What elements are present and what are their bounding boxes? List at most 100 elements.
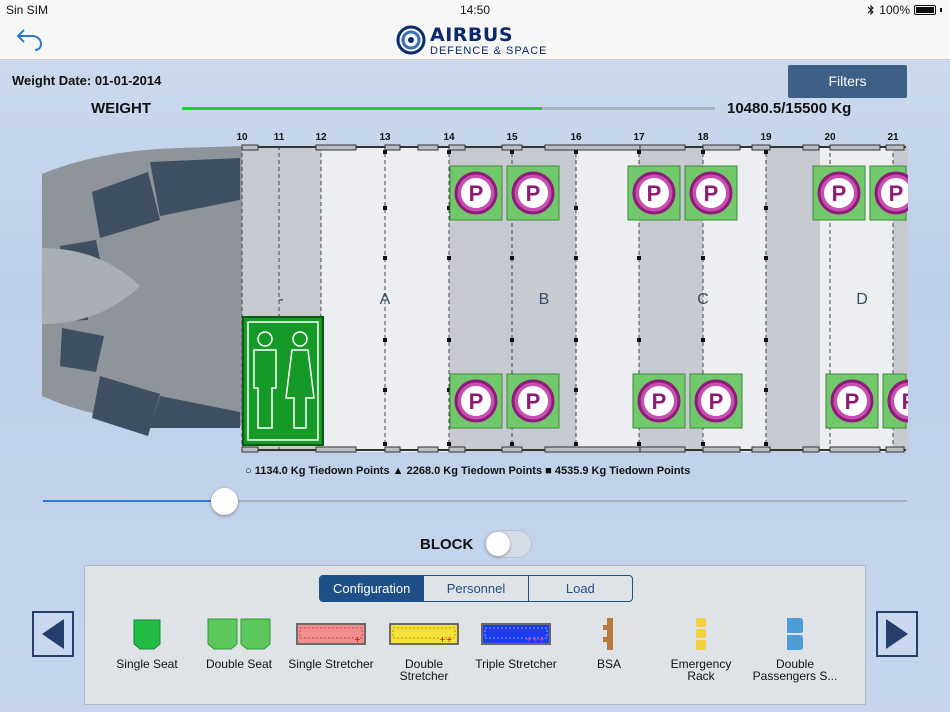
frame-label: 12 (315, 132, 327, 143)
parking-marker: P (627, 165, 681, 221)
tab-bar: Configuration Personnel Load (319, 575, 633, 602)
frame-labels: 10 11 12 13 14 15 16 17 18 19 20 21 (236, 132, 899, 143)
back-icon[interactable] (14, 26, 46, 54)
toilet-icon[interactable] (242, 316, 324, 446)
parking-marker: P (449, 165, 503, 221)
parking-marker-letter: P (469, 181, 484, 206)
parking-marker-letter: P (647, 181, 662, 206)
tab-load[interactable]: Load (527, 576, 632, 601)
tiedown-point (701, 256, 705, 260)
parking-marker: P (689, 373, 743, 429)
rail-segment (315, 144, 357, 151)
rail-segment (829, 144, 881, 151)
weight-progress (182, 107, 715, 110)
battery-cap (940, 8, 942, 12)
rail-segment (751, 446, 771, 453)
item-bsa[interactable]: BSA (561, 616, 657, 670)
weight-progress-fill (182, 107, 543, 110)
position-slider[interactable] (43, 500, 907, 502)
tiedown-point (764, 388, 768, 392)
item-label: Single Stretcher (288, 657, 374, 671)
tiedown-point (383, 442, 387, 446)
parking-marker-letter: P (889, 181, 904, 206)
rail-segment (417, 446, 439, 453)
zone-label: - (278, 291, 283, 308)
tiedown-point (701, 150, 705, 154)
item-single-seat[interactable]: Single Seat (99, 616, 195, 670)
rail-segment (751, 144, 771, 151)
parking-marker: P (684, 165, 738, 221)
rail-segment (241, 446, 259, 453)
tiedown-point (510, 256, 514, 260)
rail-segment (885, 446, 905, 453)
item-double-stretcher[interactable]: ++ Double Stretcher (376, 616, 472, 682)
item-emergency-rack[interactable]: Emergency Rack (653, 616, 749, 682)
tiedown-point (383, 388, 387, 392)
tiedown-point (637, 442, 641, 446)
bluetooth-icon (867, 4, 875, 16)
item-triple-stretcher[interactable]: +++ Triple Stretcher (468, 616, 564, 670)
next-arrow-button[interactable] (876, 611, 918, 657)
rail-segment (639, 144, 686, 151)
parking-marker: P (506, 165, 560, 221)
battery-icon (914, 5, 936, 15)
frame-label: 14 (443, 132, 455, 143)
tiedown-point (574, 150, 578, 154)
frame-label: 11 (274, 132, 285, 143)
weight-value: 10480.5/15500 Kg (727, 100, 852, 117)
item-label: Double Stretcher (399, 657, 449, 683)
svg-text:++: ++ (439, 635, 452, 644)
nav-bar: AIRBUS DEFENCE & SPACE (0, 20, 950, 60)
triple-stretcher-icon: +++ (481, 623, 551, 645)
frame-label: 20 (824, 132, 836, 143)
tiedown-point (447, 150, 451, 154)
svg-text:+: + (354, 635, 361, 644)
item-label: BSA (596, 657, 621, 671)
double-stretcher-icon: ++ (389, 623, 459, 645)
rail-segment (544, 446, 641, 453)
item-label: Double Seat (205, 657, 273, 671)
item-double-seat[interactable]: Double Seat (191, 616, 287, 670)
tiedown-point (510, 338, 514, 342)
tiedown-point (447, 338, 451, 342)
tiedown-point (383, 338, 387, 342)
tiedown-point (510, 442, 514, 446)
tab-configuration[interactable]: Configuration (320, 576, 424, 601)
zone-label: D (856, 291, 868, 308)
parking-marker-letter: P (902, 389, 908, 414)
tab-personnel[interactable]: Personnel (423, 576, 527, 601)
block-toggle[interactable] (484, 530, 532, 558)
previous-arrow-button[interactable] (32, 611, 74, 657)
logo-brand: AIRBUS (430, 24, 513, 46)
parking-marker: P (449, 373, 503, 429)
tiedown-point (764, 206, 768, 210)
rail-segment (501, 144, 523, 151)
rail-segment (702, 144, 741, 151)
clock: 14:50 (459, 3, 491, 17)
status-right: 100% (867, 3, 942, 17)
tiedown-point (383, 150, 387, 154)
rail-segment (885, 144, 905, 151)
position-slider-thumb[interactable] (211, 488, 239, 515)
parking-marker: P (632, 373, 686, 429)
tiedown-point (574, 442, 578, 446)
cargo-bay-diagram[interactable]: 10 11 12 13 14 15 16 17 18 19 20 21 - A B C D P P P P P P P P P… (40, 128, 908, 458)
frame-label: 18 (697, 132, 709, 143)
rail-segment (501, 446, 523, 453)
tiedown-point (574, 206, 578, 210)
filters-button[interactable]: Filters (788, 65, 907, 98)
tiedown-point (637, 338, 641, 342)
tiedown-point (764, 442, 768, 446)
item-single-stretcher[interactable]: + Single Stretcher (283, 616, 379, 670)
parking-marker-letter: P (469, 389, 484, 414)
item-double-passenger-seat[interactable]: Double Passengers S... (747, 616, 843, 682)
rail-segment (448, 446, 466, 453)
emergency-rack-icon (696, 618, 706, 650)
svg-text:+++: +++ (525, 635, 545, 644)
item-label: Double Passengers S... (752, 657, 838, 683)
bsa-icon (603, 618, 613, 650)
single-seat-icon (133, 619, 161, 650)
item-label: Emergency Rack (670, 657, 732, 683)
rail-segment (384, 446, 401, 453)
parking-marker: P (812, 165, 866, 221)
